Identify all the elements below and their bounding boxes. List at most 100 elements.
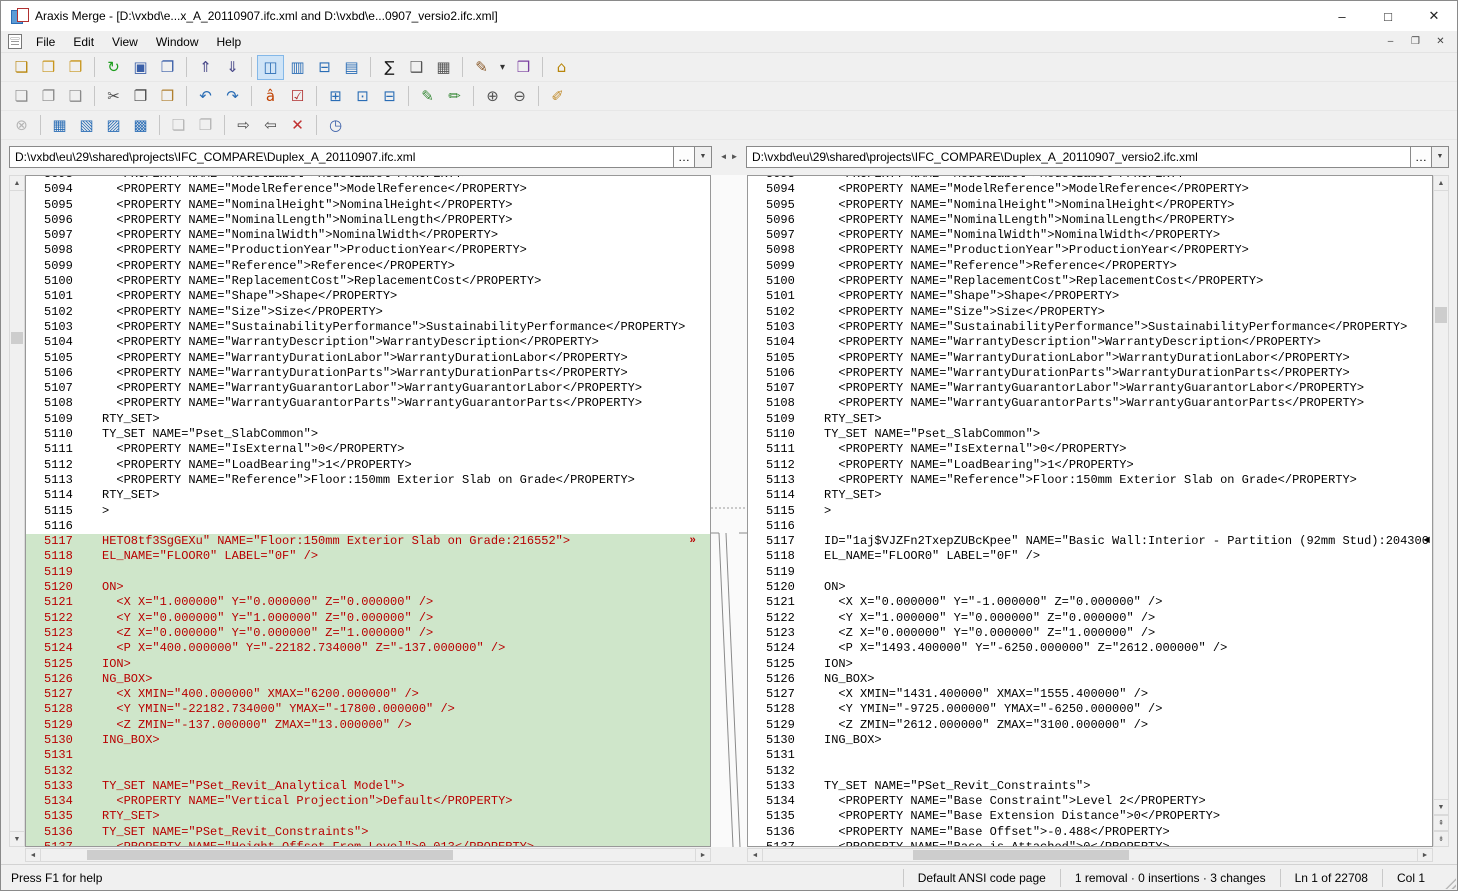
code-line[interactable]: 5104 <PROPERTY NAME="WarrantyDescription… (26, 335, 710, 350)
left-hscroll-left-icon[interactable]: ◄ (25, 848, 41, 862)
code-line[interactable]: 5095 <PROPERTY NAME="NominalHeight">Nomi… (26, 198, 710, 213)
mdi-close-button[interactable]: ✕ (1429, 33, 1452, 50)
add-bookmark-button[interactable]: ⊞ (322, 84, 349, 109)
code-line[interactable]: 5098 <PROPERTY NAME="ProductionYear">Pro… (748, 243, 1432, 258)
redo-button[interactable]: ↷ (219, 84, 246, 109)
recolor-button[interactable]: ✐ (544, 84, 571, 109)
right-scroll-track[interactable] (1433, 191, 1449, 799)
new-comparison-button[interactable]: ❏ (8, 55, 35, 80)
left-file-pane[interactable]: 5093 <PROPERTY NAME="ModelLabel">ModelLa… (25, 175, 711, 847)
help-book-button[interactable]: ❒ (510, 55, 537, 80)
code-line[interactable]: 5135 <PROPERTY NAME="Base Extension Dist… (748, 809, 1432, 824)
code-line[interactable]: 5097 <PROPERTY NAME="NominalWidth">Nomin… (26, 228, 710, 243)
code-line[interactable]: 5096 <PROPERTY NAME="NominalLength">Nomi… (26, 213, 710, 228)
code-line[interactable]: 5114RTY_SET> (26, 488, 710, 503)
menu-file[interactable]: File (27, 31, 64, 52)
next-difference-button[interactable]: ⇟ (1433, 831, 1449, 847)
remove-bookmark-button[interactable]: ⊟ (376, 84, 403, 109)
code-line[interactable]: 5130ING_BOX> (26, 733, 710, 748)
right-scroll-down-icon[interactable]: ▼ (1433, 799, 1449, 815)
open-recent-button[interactable]: ❐ (62, 55, 89, 80)
save-all-button[interactable]: ❐ (154, 55, 181, 80)
code-line[interactable]: 5093 <PROPERTY NAME="ModelLabel">ModelLa… (26, 175, 710, 182)
home-button[interactable]: ⌂ (548, 55, 575, 80)
code-line[interactable]: 5132 (26, 764, 710, 779)
previous-difference-button[interactable]: ⇞ (1433, 815, 1449, 831)
code-line[interactable]: 5100 <PROPERTY NAME="ReplacementCost">Re… (26, 274, 710, 289)
left-browse-button[interactable]: … (674, 146, 695, 168)
code-line[interactable]: 5126NG_BOX> (748, 672, 1432, 687)
code-line[interactable]: 5113 <PROPERTY NAME="Reference">Floor:15… (748, 473, 1432, 488)
scroll-up-file-button[interactable]: ⇑ (192, 55, 219, 80)
next-unresolved-button[interactable]: ❐ (192, 113, 219, 138)
code-line[interactable]: 5120ON> (748, 580, 1432, 595)
code-line[interactable]: 5096 <PROPERTY NAME="NominalLength">Nomi… (748, 213, 1432, 228)
remove-change-button[interactable]: ✕ (284, 113, 311, 138)
code-line[interactable]: 5119 (748, 565, 1432, 580)
code-line[interactable]: 5137 <PROPERTY NAME="Height Offset From … (26, 840, 710, 847)
document-icon[interactable] (8, 34, 22, 49)
code-line[interactable]: 5122 <Y X="1.000000" Y="0.000000" Z="0.0… (748, 611, 1432, 626)
left-horizontal-scrollbar[interactable]: ◄ ► (25, 848, 711, 862)
code-line[interactable]: 5117ID="1aj$VJZFn2TxepZUBcKpee" NAME="Ba… (748, 534, 1432, 549)
save-button[interactable]: ▣ (127, 55, 154, 80)
print-button[interactable]: ▦ (430, 55, 457, 80)
code-line[interactable]: 5125ION> (26, 657, 710, 672)
code-line[interactable]: 5127 <X XMIN="400.000000" XMAX="6200.000… (26, 687, 710, 702)
right-path-input[interactable] (746, 146, 1411, 168)
mdi-minimize-button[interactable]: – (1379, 33, 1402, 50)
code-line[interactable]: 5125ION> (748, 657, 1432, 672)
code-line[interactable]: 5137 <PROPERTY NAME="Base_is_Attached">0… (748, 840, 1432, 847)
code-line[interactable]: 5105 <PROPERTY NAME="WarrantyDurationLab… (748, 351, 1432, 366)
menu-view[interactable]: View (103, 31, 147, 52)
code-line[interactable]: 5129 <Z ZMIN="-137.000000" ZMAX="13.0000… (26, 718, 710, 733)
right-file-pane[interactable]: 5093 <PROPERTY NAME="ModelLabel">ModelLa… (747, 175, 1433, 847)
history-button[interactable]: ◷ (322, 113, 349, 138)
code-line[interactable]: 5118EL_NAME="FLOOR0" LABEL="0F" /> (26, 549, 710, 564)
left-hscroll-thumb[interactable] (87, 850, 453, 860)
minimize-button[interactable]: – (1319, 1, 1365, 31)
code-line[interactable]: 5133TY_SET NAME="PSet_Revit_Analytical M… (26, 779, 710, 794)
next-bookmark-button[interactable]: ⊡ (349, 84, 376, 109)
code-line[interactable]: 5113 <PROPERTY NAME="Reference">Floor:15… (26, 473, 710, 488)
edit-enable-button[interactable]: ☑ (284, 84, 311, 109)
image-comparison-button[interactable]: ▤ (338, 55, 365, 80)
resize-grip[interactable] (1441, 874, 1456, 889)
code-line[interactable]: 5106 <PROPERTY NAME="WarrantyDurationPar… (26, 366, 710, 381)
code-line[interactable]: 5112 <PROPERTY NAME="LoadBearing">1</PRO… (26, 458, 710, 473)
first-block-button[interactable]: ▦ (46, 113, 73, 138)
code-line[interactable]: 5116 (748, 519, 1432, 534)
code-line[interactable]: 5131 (26, 748, 710, 763)
code-line[interactable]: 5128 <Y YMIN="-9725.000000" YMAX="-6250.… (748, 702, 1432, 717)
menu-edit[interactable]: Edit (64, 31, 103, 52)
code-line[interactable]: 5111 <PROPERTY NAME="IsExternal">0</PROP… (26, 442, 710, 457)
refresh-button[interactable]: ↻ (100, 55, 127, 80)
code-line[interactable]: 5108 <PROPERTY NAME="WarrantyGuarantorPa… (26, 396, 710, 411)
open-file-button[interactable]: ❐ (35, 84, 62, 109)
code-line[interactable]: 5116 (26, 519, 710, 534)
code-line[interactable]: 5117HETO8tf3SgGEXu" NAME="Floor:150mm Ex… (26, 534, 710, 549)
last-block-button[interactable]: ▩ (127, 113, 154, 138)
undo-button[interactable]: ↶ (192, 84, 219, 109)
remove-sync-link-button[interactable]: ⊖ (506, 84, 533, 109)
code-line[interactable]: 5134 <PROPERTY NAME="Base Constraint">Le… (748, 794, 1432, 809)
code-line[interactable]: 5118EL_NAME="FLOOR0" LABEL="0F" /> (748, 549, 1432, 564)
left-scroll-thumb[interactable] (11, 332, 23, 344)
code-line[interactable]: 5100 <PROPERTY NAME="ReplacementCost">Re… (748, 274, 1432, 289)
copy-to-left-button[interactable]: ⇦ (257, 113, 284, 138)
code-line[interactable]: 5094 <PROPERTY NAME="ModelReference">Mod… (26, 182, 710, 197)
options-button[interactable]: ✎ (468, 55, 495, 80)
code-line[interactable]: 5123 <Z X="0.000000" Y="0.000000" Z="1.0… (26, 626, 710, 641)
open-comparison-button[interactable]: ❒ (35, 55, 62, 80)
code-line[interactable]: 5136TY_SET NAME="PSet_Revit_Constraints"… (26, 825, 710, 840)
close-button[interactable]: ✕ (1411, 1, 1457, 31)
code-line[interactable]: 5124 <P X="1493.400000" Y="-6250.000000"… (748, 641, 1432, 656)
code-line[interactable]: 5121 <X X="0.000000" Y="-1.000000" Z="0.… (748, 595, 1432, 610)
code-line[interactable]: 5107 <PROPERTY NAME="WarrantyGuarantorLa… (26, 381, 710, 396)
right-path-dropdown-button[interactable]: ▼ (1432, 146, 1449, 168)
code-line[interactable]: 5134 <PROPERTY NAME="Vertical Projection… (26, 794, 710, 809)
three-way-comparison-button[interactable]: ▥ (284, 55, 311, 80)
statistics-button[interactable]: ∑ (376, 55, 403, 80)
copy-button[interactable]: ❐ (127, 84, 154, 109)
code-line[interactable]: 5132 (748, 764, 1432, 779)
